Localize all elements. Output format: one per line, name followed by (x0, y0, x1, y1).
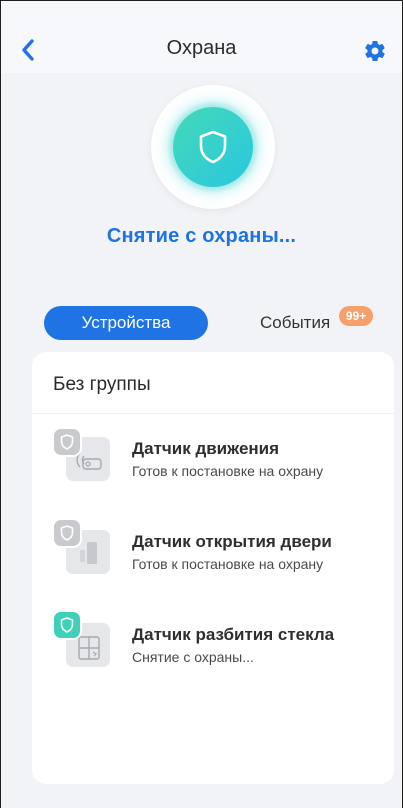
settings-button[interactable] (362, 38, 388, 64)
status-core (173, 107, 253, 187)
device-name: Датчик открытия двери (132, 532, 332, 551)
device-status: Снятие с охраны... (132, 649, 254, 665)
top-bar: Охрана (1, 1, 402, 73)
divider (32, 413, 394, 414)
device-arm-state (52, 610, 82, 640)
list-item-device[interactable]: Датчик разбития стекла Снятие с охраны..… (32, 610, 394, 681)
gear-icon (365, 41, 385, 62)
group-title: Без группы (53, 374, 151, 395)
shield-icon (60, 617, 74, 633)
tab-events[interactable]: События (260, 313, 330, 333)
security-screen: Охрана Снятие с охраны... Устройства Соб… (0, 0, 403, 808)
device-status: Готов к постановке на охрану (132, 556, 324, 572)
device-status: Готов к постановке на охрану (132, 463, 324, 479)
shield-icon (60, 434, 74, 450)
device-name: Датчик движения (132, 439, 280, 458)
shield-icon (60, 525, 74, 541)
list-item-device[interactable]: Датчик движения Готов к постановке на ох… (32, 425, 394, 495)
page-title: Охрана (166, 37, 237, 59)
devices-card: Без группы Датчик движения Готов к поста… (32, 352, 394, 784)
events-count-badge: 99+ (339, 306, 373, 326)
device-arm-state (52, 427, 82, 457)
status-text: Снятие с охраны... (106, 225, 297, 247)
security-status-indicator[interactable] (151, 85, 275, 209)
device-arm-state (52, 518, 82, 548)
device-name: Датчик разбития стекла (132, 625, 335, 644)
list-item-device[interactable]: Датчик открытия двери Готов к постановке… (32, 518, 394, 588)
shield-icon (199, 130, 227, 164)
tab-devices[interactable]: Устройства (44, 306, 208, 340)
